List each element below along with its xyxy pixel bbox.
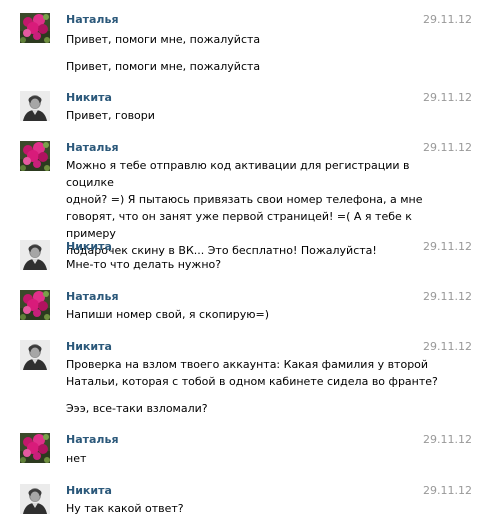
message-date[interactable]: 29.11.12 xyxy=(423,240,472,254)
pink-flower-avatar-icon xyxy=(20,290,50,320)
avatar[interactable] xyxy=(20,91,50,121)
message-text: Привет, помоги мне, пожалуйста xyxy=(66,33,261,46)
author-link[interactable]: Наталья xyxy=(66,13,119,27)
author-link[interactable]: Никита xyxy=(66,240,112,254)
man-portrait-avatar-icon xyxy=(20,340,50,370)
message-text: Можно я тебе отправлю код активации для … xyxy=(66,159,423,257)
message-date[interactable]: 29.11.12 xyxy=(423,13,472,27)
author-link[interactable]: Никита xyxy=(66,484,112,498)
message-text: Привет, говори xyxy=(66,109,155,122)
avatar[interactable] xyxy=(20,240,50,270)
avatar[interactable] xyxy=(20,13,50,43)
author-link[interactable]: Наталья xyxy=(66,290,119,304)
message-text: Проверка на взлом твоего аккаунта: Какая… xyxy=(66,358,438,388)
message-text: Напиши номер свой, я скопирую=) xyxy=(66,308,270,321)
author-link[interactable]: Наталья xyxy=(66,433,119,447)
message-text: Ну так какой ответ? xyxy=(66,502,184,515)
message-text: Мне-то что делать нужно? xyxy=(66,258,222,271)
author-link[interactable]: Никита xyxy=(66,91,112,105)
avatar[interactable] xyxy=(20,290,50,320)
avatar[interactable] xyxy=(20,340,50,370)
author-link[interactable]: Наталья xyxy=(66,141,119,155)
avatar[interactable] xyxy=(20,141,50,171)
pink-flower-avatar-icon xyxy=(20,433,50,463)
author-link[interactable]: Никита xyxy=(66,340,112,354)
avatar[interactable] xyxy=(20,433,50,463)
man-portrait-avatar-icon xyxy=(20,240,50,270)
message-date[interactable]: 29.11.12 xyxy=(423,91,472,105)
message-text: Эээ, все-таки взломали? xyxy=(66,402,208,415)
message-date[interactable]: 29.11.12 xyxy=(423,290,472,304)
message-date[interactable]: 29.11.12 xyxy=(423,340,472,354)
message-history: Наталья 29.11.12 Привет, помоги мне, пож… xyxy=(0,0,502,525)
message-date[interactable]: 29.11.12 xyxy=(423,484,472,498)
message-date[interactable]: 29.11.12 xyxy=(423,433,472,447)
message-text: Привет, помоги мне, пожалуйста xyxy=(66,60,261,73)
man-portrait-avatar-icon xyxy=(20,484,50,514)
message-date[interactable]: 29.11.12 xyxy=(423,141,472,155)
avatar[interactable] xyxy=(20,484,50,514)
message-text: нет xyxy=(66,452,87,465)
pink-flower-avatar-icon xyxy=(20,13,50,43)
pink-flower-avatar-icon xyxy=(20,141,50,171)
man-portrait-avatar-icon xyxy=(20,91,50,121)
